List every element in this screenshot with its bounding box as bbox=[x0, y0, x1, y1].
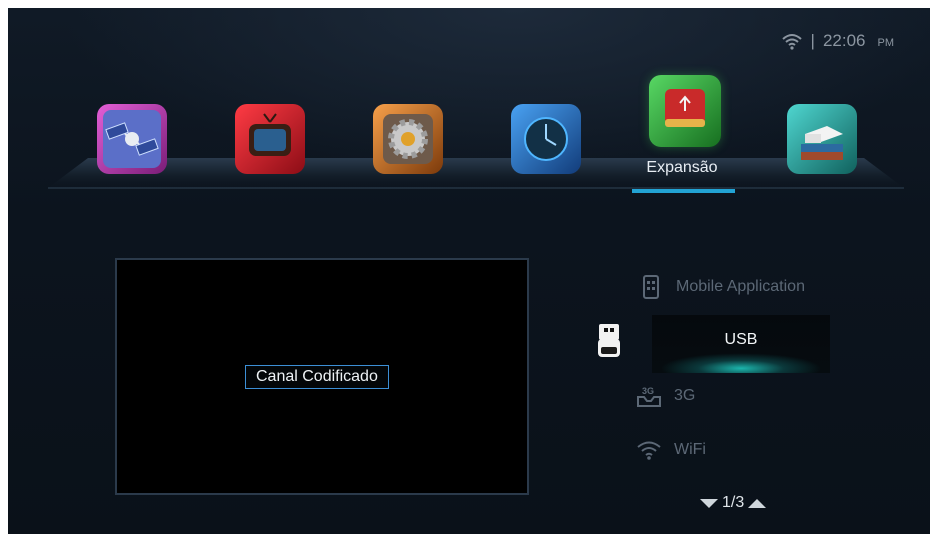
list-item-label: Mobile Application bbox=[676, 278, 805, 295]
status-separator: | bbox=[810, 31, 815, 50]
menu-item-satellite[interactable] bbox=[97, 104, 167, 174]
wifi-status-icon bbox=[781, 32, 803, 50]
selected-menu-underline bbox=[632, 189, 735, 193]
list-item-mobile-application[interactable]: Mobile Application bbox=[638, 274, 805, 300]
list-item-label: WiFi bbox=[674, 441, 706, 458]
tv-icon bbox=[249, 113, 291, 156]
list-item-wifi[interactable]: WiFi bbox=[636, 437, 706, 463]
usb-drive-icon bbox=[665, 89, 705, 127]
menu-item-tv[interactable] bbox=[235, 104, 305, 174]
menu-item-media[interactable] bbox=[787, 104, 857, 174]
satellite-icon bbox=[103, 110, 161, 168]
page-indicator: 1/3 bbox=[722, 494, 745, 511]
list-item-label: 3G bbox=[674, 387, 696, 404]
status-bar: | 22:06 PM bbox=[781, 31, 894, 51]
menu-item-time[interactable] bbox=[511, 104, 581, 174]
screen: | 22:06 PM Expansão Canal Codificado Mob… bbox=[8, 8, 930, 534]
gear-icon bbox=[383, 114, 433, 164]
usb-icon bbox=[596, 323, 622, 364]
list-item-3g[interactable]: 3G 3G bbox=[636, 383, 695, 409]
scrambled-channel-badge: Canal Codificado bbox=[245, 365, 389, 389]
page-down-icon[interactable] bbox=[700, 498, 718, 508]
menu-item-expansion[interactable] bbox=[649, 75, 721, 147]
wifi-icon bbox=[636, 437, 662, 463]
menu-shelf bbox=[48, 158, 904, 202]
selected-menu-label: Expansão bbox=[646, 159, 718, 176]
clock-ampm: PM bbox=[877, 37, 895, 49]
clock: 22:06 bbox=[822, 31, 866, 50]
svg-text:3G: 3G bbox=[642, 386, 654, 396]
3g-icon: 3G bbox=[636, 383, 662, 409]
clock-icon bbox=[524, 117, 568, 161]
list-item-label-usb: USB bbox=[724, 331, 758, 348]
mobile-icon bbox=[638, 274, 664, 300]
books-icon bbox=[801, 126, 843, 160]
pager: 1/3 bbox=[700, 494, 767, 512]
page-up-icon[interactable] bbox=[748, 498, 767, 508]
menu-item-settings[interactable] bbox=[373, 104, 443, 174]
